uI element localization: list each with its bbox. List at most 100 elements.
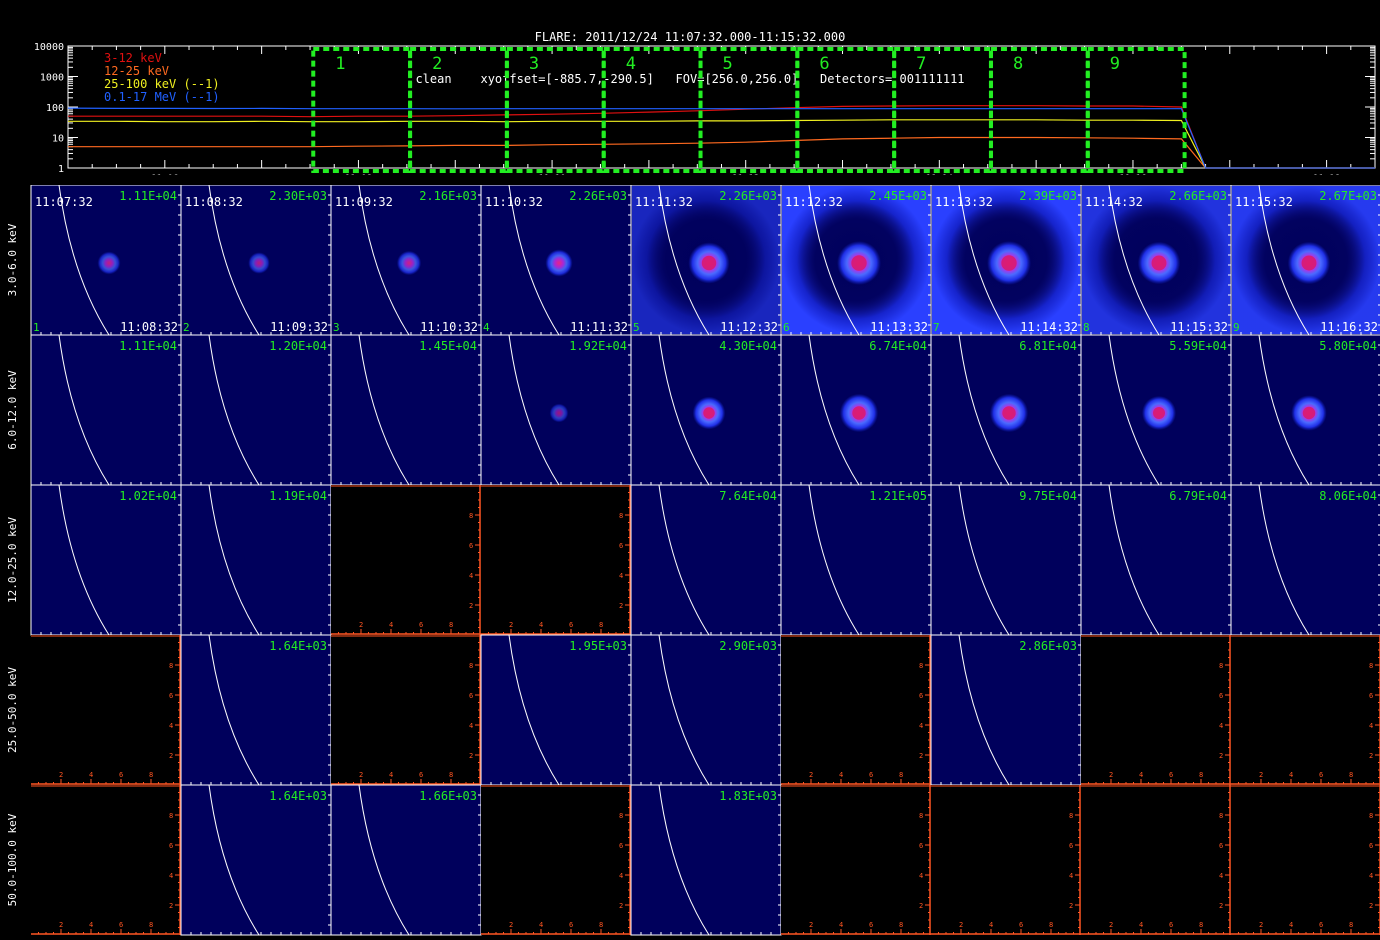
interval-start-time: 11:11:32 bbox=[635, 195, 693, 209]
empty-y-tick-label: 8 bbox=[619, 512, 623, 520]
legend-entry: 12-25 keV bbox=[104, 64, 169, 78]
image-background bbox=[180, 334, 332, 486]
empty-y-tick-label: 6 bbox=[1069, 842, 1073, 850]
empty-x-tick-label: 8 bbox=[599, 621, 603, 629]
peak-value-label: 2.26E+03 bbox=[569, 189, 627, 203]
image-grid-panel: 3.0-6.0 keV 6.0-12.0 keV 12.0-25.0 keV 25.0… bbox=[6, 185, 1380, 936]
flare-source bbox=[248, 252, 270, 274]
interval-index: 4 bbox=[483, 321, 490, 334]
peak-value-label: 5.80E+04 bbox=[1319, 339, 1377, 353]
empty-x-tick-label: 4 bbox=[389, 621, 393, 629]
y-tick-label: 100 bbox=[46, 103, 64, 114]
image-cell: 5.80E+04 bbox=[1230, 334, 1380, 486]
empty-x-tick-label: 2 bbox=[1259, 771, 1263, 779]
empty-y-tick-label: 6 bbox=[919, 842, 923, 850]
interval-number: 8 bbox=[1013, 54, 1023, 74]
empty-y-tick-label: 4 bbox=[919, 872, 923, 880]
empty-x-tick-label: 4 bbox=[1139, 921, 1143, 929]
image-background bbox=[180, 784, 332, 936]
x-tick-label: 11:08 bbox=[345, 174, 372, 175]
image-cell: 2.26E+03 11:11:32 11:12:32 5 bbox=[630, 185, 782, 336]
empty-x-tick-label: 8 bbox=[149, 921, 153, 929]
empty-y-tick-label: 6 bbox=[1219, 692, 1223, 700]
empty-y-tick-label: 4 bbox=[469, 722, 473, 730]
interval-start-time: 11:15:32 bbox=[1235, 195, 1293, 209]
empty-y-tick-label: 2 bbox=[1069, 902, 1073, 910]
peak-value-label: 1.95E+03 bbox=[569, 639, 627, 653]
interval-number: 2 bbox=[432, 54, 442, 74]
flare-core bbox=[701, 255, 717, 271]
image-background bbox=[630, 784, 782, 936]
flare-core bbox=[703, 407, 715, 419]
empty-cell-background bbox=[931, 785, 1081, 935]
image-cell: 2 2 4 4 6 6 8 8 bbox=[1081, 785, 1231, 935]
energy-band-label: 25.0-50.0 keV bbox=[6, 667, 19, 753]
image-cell: 1.83E+03 bbox=[630, 784, 782, 936]
empty-y-tick-label: 2 bbox=[1369, 752, 1373, 760]
empty-x-tick-label: 4 bbox=[1289, 921, 1293, 929]
empty-cell-background bbox=[1231, 635, 1380, 785]
image-cell: 1.19E+04 bbox=[180, 484, 332, 636]
image-background bbox=[480, 634, 632, 786]
interval-end-time: 11:12:32 bbox=[720, 320, 778, 334]
empty-cell-background bbox=[781, 785, 931, 935]
peak-value-label: 2.67E+03 bbox=[1319, 189, 1377, 203]
empty-y-tick-label: 4 bbox=[169, 722, 173, 730]
interval-start-time: 11:10:32 bbox=[485, 195, 543, 209]
legend-entry: 3-12 keV bbox=[104, 51, 162, 65]
empty-x-tick-label: 2 bbox=[1109, 921, 1113, 929]
image-cell: 9.75E+04 bbox=[930, 484, 1082, 636]
image-background bbox=[1230, 484, 1380, 636]
legend-entry: 0.1-17 MeV (--1) bbox=[104, 90, 220, 104]
empty-y-tick-label: 2 bbox=[919, 752, 923, 760]
empty-x-tick-label: 2 bbox=[809, 771, 813, 779]
image-background bbox=[930, 484, 1082, 636]
empty-x-tick-label: 2 bbox=[359, 771, 363, 779]
image-background bbox=[30, 484, 182, 636]
empty-y-tick-label: 8 bbox=[1219, 662, 1223, 670]
empty-y-tick-label: 4 bbox=[1069, 872, 1073, 880]
empty-y-tick-label: 4 bbox=[1369, 872, 1373, 880]
peak-value-label: 1.64E+03 bbox=[269, 789, 327, 803]
empty-x-tick-label: 2 bbox=[1109, 771, 1113, 779]
interval-start-time: 11:12:32 bbox=[785, 195, 843, 209]
interval-index: 3 bbox=[333, 321, 340, 334]
image-cell: 2.90E+03 bbox=[630, 634, 782, 786]
empty-y-tick-label: 6 bbox=[469, 542, 473, 550]
image-cell: 2.45E+03 11:12:32 11:13:32 6 bbox=[780, 185, 932, 336]
empty-x-tick-label: 8 bbox=[899, 771, 903, 779]
image-cell: 4.30E+04 bbox=[630, 334, 782, 486]
empty-y-tick-label: 6 bbox=[919, 692, 923, 700]
empty-x-tick-label: 4 bbox=[539, 621, 543, 629]
peak-value-label: 9.75E+04 bbox=[1019, 489, 1077, 503]
interval-end-time: 11:13:32 bbox=[870, 320, 928, 334]
empty-y-tick-label: 8 bbox=[1369, 812, 1373, 820]
energy-band-label: 12.0-25.0 keV bbox=[6, 517, 19, 603]
image-background bbox=[930, 634, 1082, 786]
peak-value-label: 2.45E+03 bbox=[869, 189, 927, 203]
image-background bbox=[180, 484, 332, 636]
empty-x-tick-label: 2 bbox=[1259, 921, 1263, 929]
lightcurve-panel: 10000 1000 100 10 1 11:06 11:08 11:10 11:12 11:14… bbox=[34, 42, 1376, 175]
peak-value-label: 1.21E+05 bbox=[869, 489, 927, 503]
empty-y-tick-label: 2 bbox=[169, 902, 173, 910]
image-cell: 1.95E+03 bbox=[480, 634, 632, 786]
interval-end-time: 11:16:32 bbox=[1320, 320, 1378, 334]
legend-entry: 25-100 keV (--1) bbox=[104, 77, 220, 91]
interval-box bbox=[504, 47, 606, 173]
peak-value-label: 1.66E+03 bbox=[419, 789, 477, 803]
peak-value-label: 1.45E+04 bbox=[419, 339, 477, 353]
peak-value-label: 2.86E+03 bbox=[1019, 639, 1077, 653]
peak-value-label: 1.20E+04 bbox=[269, 339, 327, 353]
image-cell: 2 2 4 4 6 6 8 8 bbox=[1231, 785, 1380, 935]
peak-value-label: 7.64E+04 bbox=[719, 489, 777, 503]
empty-x-tick-label: 2 bbox=[959, 921, 963, 929]
empty-y-tick-label: 6 bbox=[1369, 842, 1373, 850]
empty-x-tick-label: 4 bbox=[839, 771, 843, 779]
empty-y-tick-label: 4 bbox=[469, 572, 473, 580]
empty-x-tick-label: 8 bbox=[899, 921, 903, 929]
interval-index: 1 bbox=[33, 321, 40, 334]
interval-index: 9 bbox=[1233, 321, 1240, 334]
empty-x-tick-label: 6 bbox=[1019, 921, 1023, 929]
image-cell: 2.67E+03 11:15:32 11:16:32 9 bbox=[1230, 185, 1380, 336]
